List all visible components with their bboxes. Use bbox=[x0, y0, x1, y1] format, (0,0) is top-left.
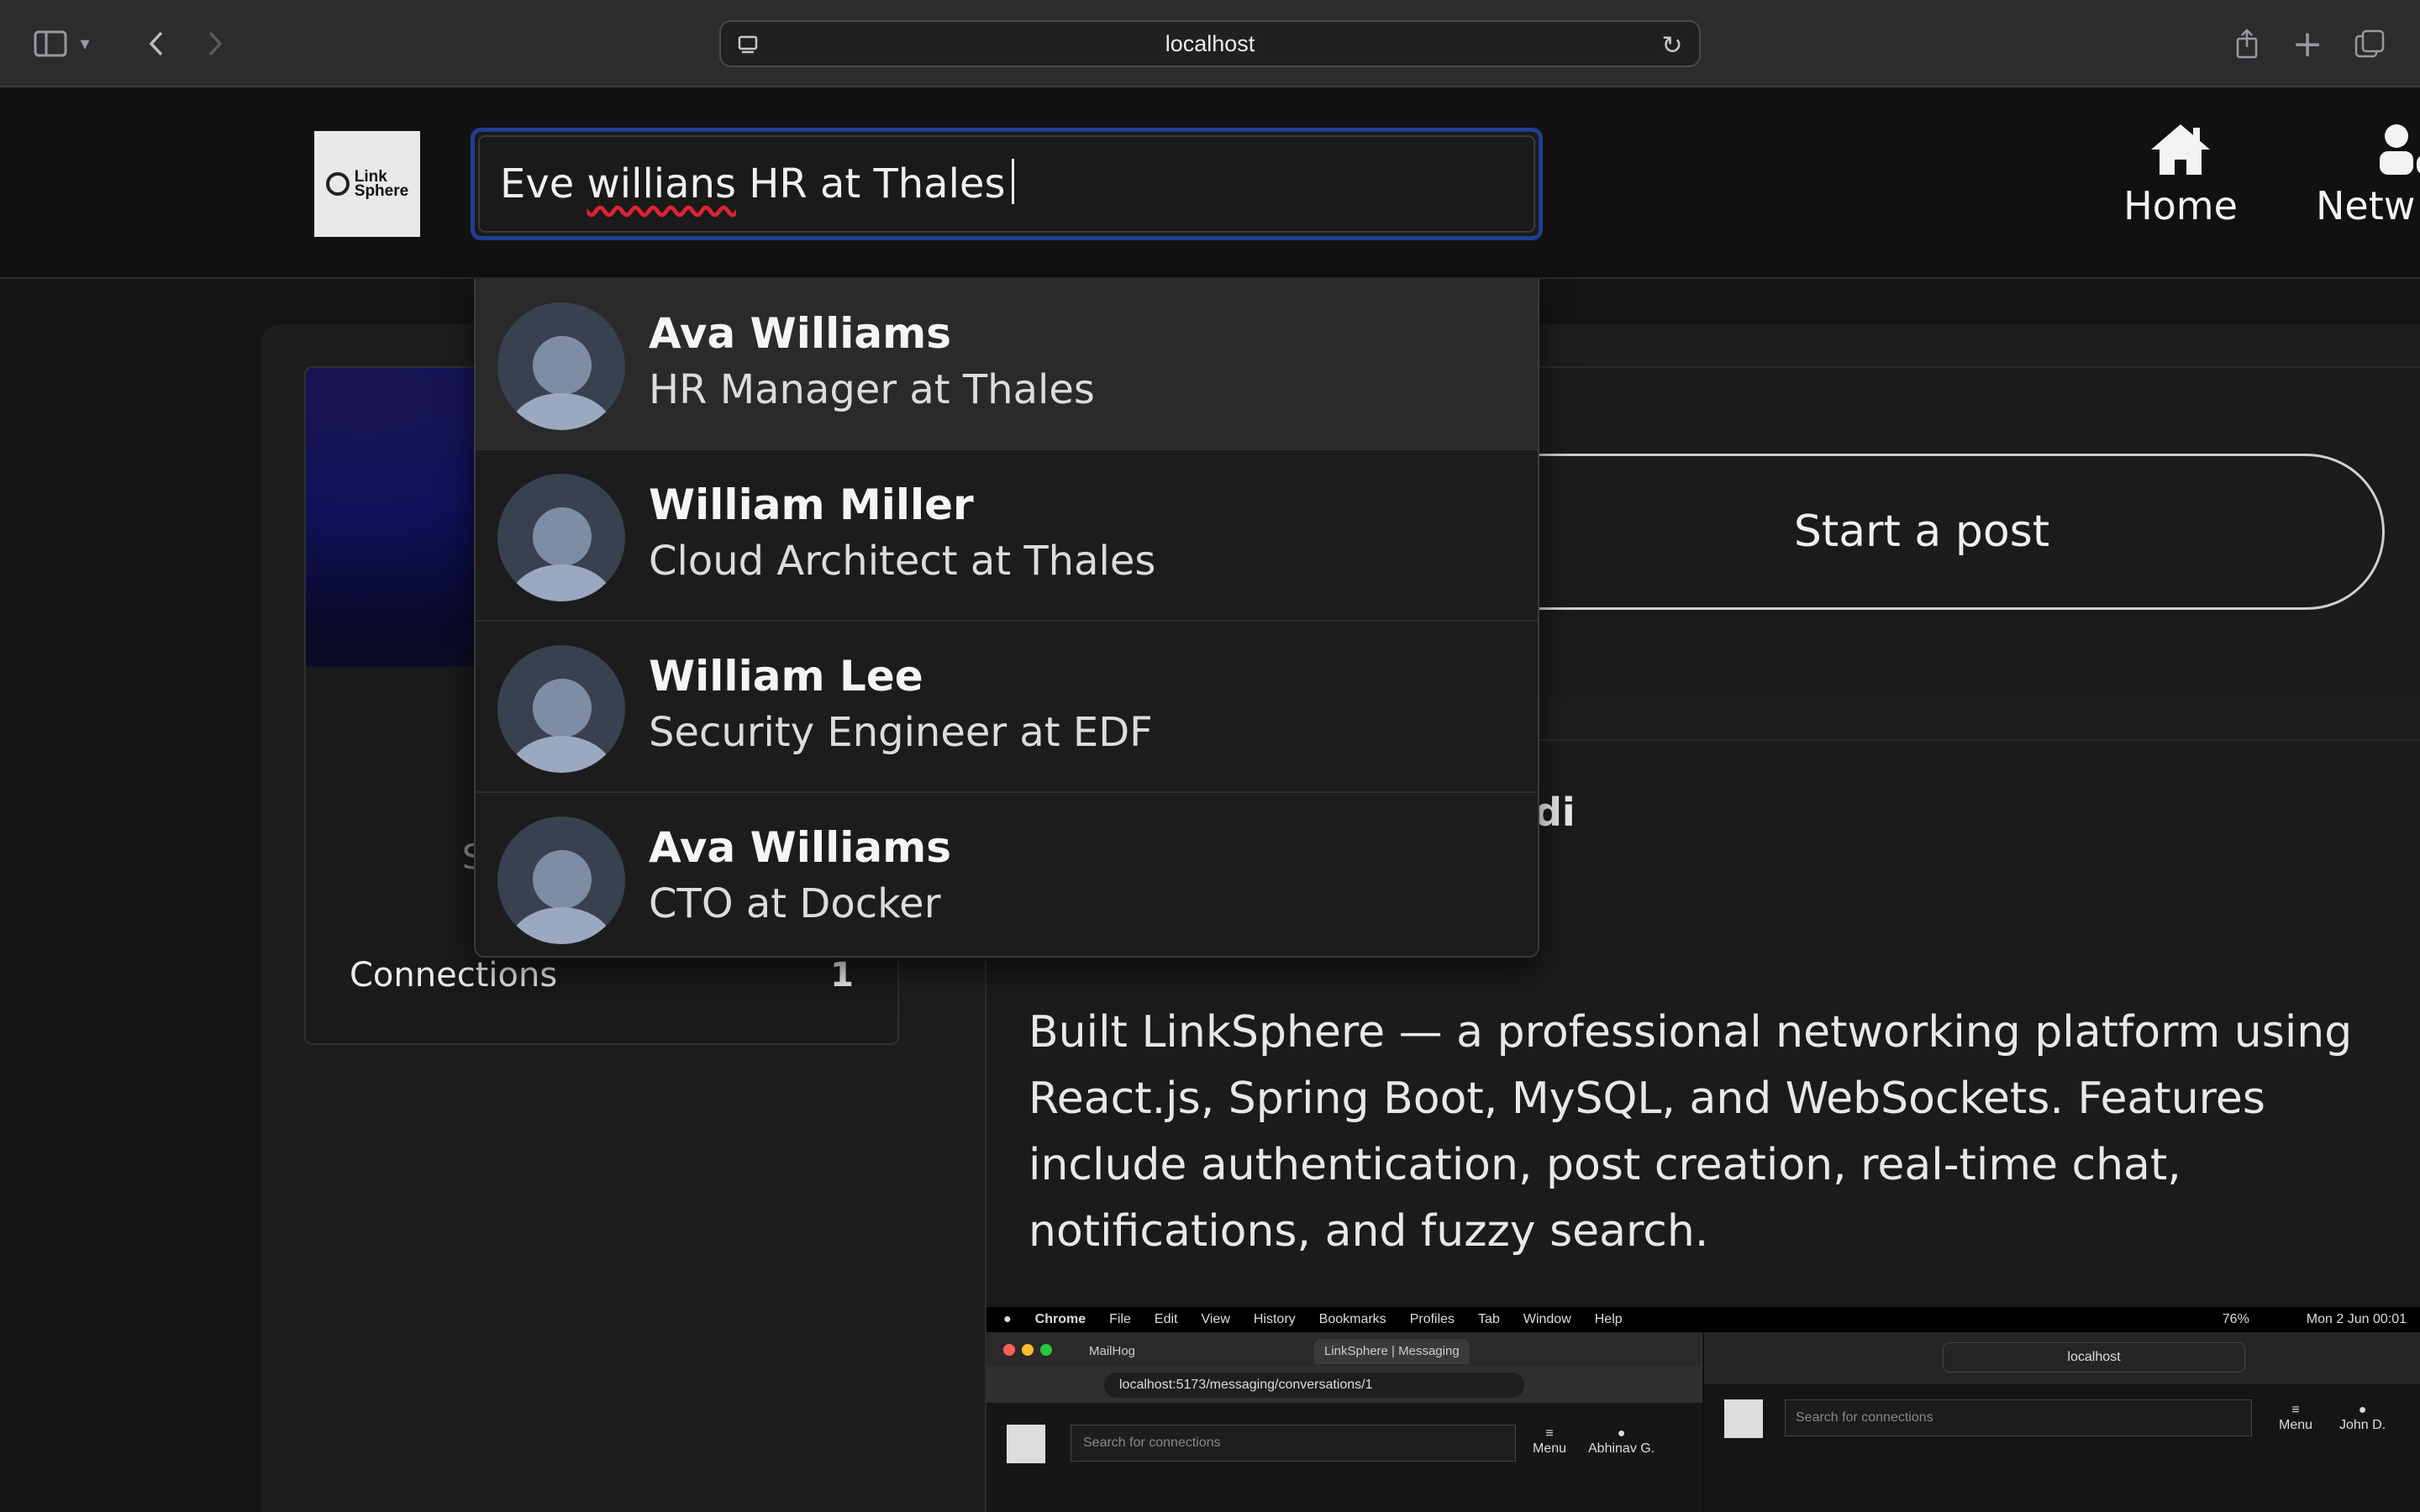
search-suggestions-dropdown: Ava Williams HR Manager at Thales Willia… bbox=[474, 279, 1539, 958]
suggestion-title: Cloud Architect at Thales bbox=[649, 538, 1156, 585]
forward-icon[interactable] bbox=[190, 20, 240, 67]
embedded-safari-window: localhost Search for connections ≡ Menu ●… bbox=[1704, 1332, 2420, 1512]
embedded-logo bbox=[1007, 1425, 1045, 1463]
embedded-logo-2 bbox=[1724, 1399, 1763, 1438]
chevron-down-icon[interactable]: ▾ bbox=[72, 20, 97, 67]
menu-item: Help bbox=[1594, 1312, 1623, 1326]
misspelled-word: willians bbox=[587, 160, 736, 207]
menu-item: Chrome bbox=[1034, 1312, 1086, 1326]
post-body-text: Built LinkSphere — a professional networ… bbox=[1028, 1007, 2353, 1257]
apple-icon: ● bbox=[1003, 1312, 1012, 1326]
nav-home[interactable]: Home bbox=[2118, 123, 2244, 228]
browser-toolbar: ▾ localhost ↻ + bbox=[0, 0, 2420, 87]
suggestion-name: Ava Williams bbox=[649, 309, 951, 358]
avatar bbox=[497, 302, 625, 430]
connections-count: 1 bbox=[830, 956, 854, 995]
embedded-url-2: localhost bbox=[1943, 1342, 2245, 1373]
start-post-button[interactable]: Start a post bbox=[1459, 454, 2385, 610]
suggestion-name: William Lee bbox=[649, 652, 923, 701]
embedded-user-2: John D. bbox=[2339, 1418, 2386, 1432]
menu-item: Bookmarks bbox=[1318, 1312, 1386, 1326]
embedded-menu-label: Menu bbox=[1533, 1441, 1567, 1456]
menu-item: Tab bbox=[1478, 1312, 1500, 1326]
nav-network-label: Netw bbox=[2316, 183, 2416, 228]
new-tab-icon[interactable]: + bbox=[2282, 20, 2333, 67]
suggestion-item[interactable]: Ava Williams HR Manager at Thales bbox=[476, 279, 1538, 450]
menu-item: Window bbox=[1523, 1312, 1571, 1326]
suggestion-name: Ava Williams bbox=[649, 823, 951, 872]
app-header: Link Sphere Eve willians HR at Thales Ho… bbox=[0, 89, 2420, 279]
embedded-search: Search for connections bbox=[1071, 1425, 1516, 1462]
suggestion-item[interactable]: William Miller Cloud Architect at Thales bbox=[476, 450, 1538, 622]
menu-item: View bbox=[1201, 1312, 1230, 1326]
tab-mailhog: MailHog bbox=[1089, 1344, 1136, 1358]
reload-icon[interactable]: ↻ bbox=[1655, 29, 1689, 62]
address-bar[interactable]: localhost ↻ bbox=[719, 20, 1701, 67]
suggestion-title: HR Manager at Thales bbox=[649, 366, 1095, 413]
suggestion-item[interactable]: William Lee Security Engineer at EDF bbox=[476, 622, 1538, 793]
clock: Mon 2 Jun 00:01 bbox=[2306, 1312, 2407, 1326]
tab-overview-icon[interactable] bbox=[2344, 20, 2395, 67]
page-menu-icon[interactable] bbox=[731, 29, 765, 62]
avatar bbox=[497, 645, 625, 773]
embedded-chrome-window: MailHog LinkSphere | Messaging localhost… bbox=[986, 1332, 1702, 1512]
search-input-value: Eve willians HR at Thales bbox=[500, 159, 1015, 207]
menu-item: File bbox=[1109, 1312, 1131, 1326]
network-icon bbox=[2380, 124, 2420, 175]
battery-level: 76% bbox=[2222, 1312, 2249, 1326]
avatar bbox=[497, 816, 625, 944]
embedded-menu-label-2: Menu bbox=[2279, 1418, 2313, 1432]
back-icon[interactable] bbox=[131, 20, 182, 67]
avatar bbox=[497, 474, 625, 601]
sidebar-toggle-icon[interactable] bbox=[25, 20, 76, 67]
logo-mark-icon bbox=[325, 172, 350, 196]
logo-text-sphere: Sphere bbox=[354, 182, 409, 200]
embedded-menu-bar: ● Chrome File Edit View History Bookmark… bbox=[986, 1307, 2420, 1332]
nav-home-label: Home bbox=[2123, 183, 2238, 228]
post-image[interactable]: ● Chrome File Edit View History Bookmark… bbox=[986, 1307, 2420, 1512]
window-dot-green bbox=[1040, 1344, 1052, 1356]
menu-item: History bbox=[1253, 1312, 1296, 1326]
menu-item: Edit bbox=[1154, 1312, 1178, 1326]
text-caret bbox=[1012, 159, 1015, 204]
connections-label[interactable]: Connections bbox=[350, 956, 557, 995]
share-icon[interactable] bbox=[2222, 20, 2272, 67]
post-author-name[interactable]: di bbox=[1534, 790, 1576, 835]
embedded-search-2: Search for connections bbox=[1785, 1399, 2252, 1436]
search-input[interactable]: Eve willians HR at Thales bbox=[471, 128, 1543, 240]
home-icon bbox=[2151, 124, 2210, 175]
suggestion-item[interactable]: Ava Williams CTO at Docker bbox=[476, 793, 1538, 956]
embedded-user: Abhinav G. bbox=[1588, 1441, 1655, 1456]
suggestion-title: Security Engineer at EDF bbox=[649, 709, 1153, 756]
url-text: localhost bbox=[1165, 30, 1255, 56]
menu-item: Profiles bbox=[1409, 1312, 1455, 1326]
nav-network[interactable]: Netw bbox=[2316, 123, 2420, 228]
window-dot-yellow bbox=[1022, 1344, 1034, 1356]
suggestion-name: William Miller bbox=[649, 480, 974, 529]
window-dot-red bbox=[1003, 1344, 1015, 1356]
suggestion-title: CTO at Docker bbox=[649, 880, 941, 927]
linksphere-logo[interactable]: Link Sphere bbox=[314, 131, 420, 237]
tab-linksphere: LinkSphere | Messaging bbox=[1314, 1339, 1470, 1364]
embedded-url: localhost:5173/messaging/conversations/1 bbox=[1104, 1373, 1524, 1398]
